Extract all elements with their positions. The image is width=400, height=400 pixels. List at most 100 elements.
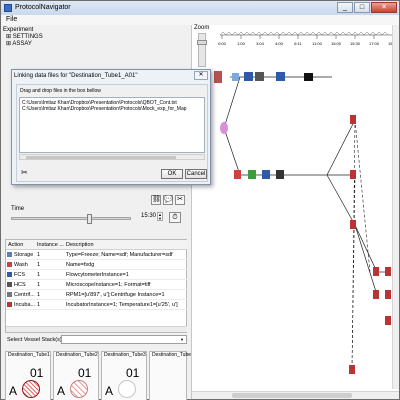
vessel-card[interactable]: Destination_Tube3 01 A bbox=[101, 351, 147, 400]
centrifuge-icon bbox=[7, 292, 12, 297]
time-spinner[interactable]: ▲ ▼ bbox=[157, 212, 163, 221]
file-path: C:\Users\Imtiaz Khan\Dropbox\Presentatio… bbox=[22, 106, 187, 112]
dialog-title: Linking data files for "Destination_Tube… bbox=[14, 73, 138, 79]
storage-icon bbox=[7, 252, 12, 257]
comment-icon[interactable]: 💬 bbox=[163, 195, 173, 205]
vessel-name: Destination_Tube3 bbox=[104, 352, 146, 358]
vessel-name: Destination_Tube1 bbox=[8, 352, 50, 358]
tube-icon bbox=[214, 71, 222, 83]
tube-icon bbox=[350, 115, 356, 124]
file-drop-box[interactable]: C:\Users\Imtiaz Khan\Dropbox\Presentatio… bbox=[19, 97, 205, 153]
vial-icon bbox=[220, 122, 228, 134]
actions-table: Action Instance ... Description Storage … bbox=[5, 239, 187, 333]
fcs-icon bbox=[7, 272, 12, 277]
vessel-row: A bbox=[105, 384, 114, 398]
window-controls: _ □ ✕ bbox=[337, 2, 397, 13]
tube-icon bbox=[385, 290, 391, 299]
file-box-scrollbar[interactable] bbox=[19, 154, 205, 160]
table-row[interactable]: Storage 1 Type=Freeze; Name=sdf; Manufac… bbox=[6, 250, 187, 260]
minimize-button[interactable]: _ bbox=[337, 2, 353, 13]
app-icon bbox=[4, 4, 12, 12]
dialog-hint: Drag and drop files in the box bellow bbox=[20, 88, 101, 94]
time-slider-thumb[interactable] bbox=[87, 214, 92, 224]
workflow-edges bbox=[223, 76, 387, 296]
tree-item-settings[interactable]: ⊞ SETTINGS bbox=[3, 34, 43, 41]
scissors-icon[interactable]: ✂ bbox=[175, 195, 185, 205]
timeline-tick-label: 15:30 bbox=[350, 41, 361, 46]
ok-button[interactable]: OK bbox=[161, 169, 183, 179]
timeline-ruler bbox=[219, 31, 389, 36]
column-header[interactable]: Instance ... bbox=[37, 242, 64, 248]
column-header[interactable]: Description bbox=[66, 242, 94, 248]
tube-icon bbox=[350, 170, 356, 179]
wash-icon bbox=[7, 262, 12, 267]
timeline-tick-label: 4:00 bbox=[275, 41, 284, 46]
time-label: Time bbox=[11, 206, 25, 212]
vessel-card[interactable]: Destination_Tube4 bbox=[149, 351, 194, 400]
timeline-tick-label: 6:11 bbox=[294, 41, 302, 46]
vessel-name: Destination_Tube4 bbox=[152, 352, 194, 358]
window-title: ProtocolNavigator bbox=[15, 4, 71, 11]
menu-bar: File bbox=[1, 15, 399, 25]
timeline-tick-label: 11:00 bbox=[312, 41, 322, 46]
vessel-card[interactable]: Destination_Tube2 01 A bbox=[53, 351, 99, 400]
cancel-button[interactable]: Cancel bbox=[185, 169, 207, 179]
tube-icon bbox=[385, 267, 391, 276]
hcs-icon bbox=[7, 282, 12, 287]
timeline-hscrollbar[interactable] bbox=[192, 391, 399, 399]
actions-hscrollbar[interactable] bbox=[6, 326, 187, 332]
microscope-icon bbox=[255, 72, 264, 81]
timeline-tick-label: 15:00 bbox=[331, 41, 342, 46]
timeline-vscrollbar[interactable] bbox=[392, 25, 399, 389]
table-row[interactable]: FCS 1 FlowcytometerInstance=1 bbox=[6, 270, 187, 280]
camera-icon bbox=[304, 73, 313, 81]
well-circle[interactable] bbox=[22, 380, 40, 398]
tube-icon bbox=[385, 316, 391, 325]
vessel-column: 01 bbox=[30, 366, 44, 380]
dialog-close-button[interactable]: ✕ bbox=[194, 71, 208, 80]
menu-file[interactable]: File bbox=[6, 16, 17, 23]
tree-root[interactable]: Experiment bbox=[3, 27, 43, 34]
table-row[interactable]: Incuba... 1 IncubatorInstance=1; Tempera… bbox=[6, 300, 187, 310]
timeline-tick-label: 1:00 bbox=[237, 41, 246, 46]
well-circle[interactable] bbox=[118, 380, 136, 398]
title-bar: ProtocolNavigator _ □ ✕ bbox=[1, 1, 399, 15]
wash-icon bbox=[234, 170, 241, 179]
zoom-slider-thumb[interactable] bbox=[197, 40, 207, 45]
dialog-body: Drag and drop files in the box bellow C:… bbox=[16, 84, 208, 182]
tube-icon bbox=[349, 365, 355, 374]
flask-icon bbox=[232, 73, 239, 81]
time-value: 15:30 bbox=[141, 213, 157, 219]
vessel-strip: Destination_Tube1 01 A Destination_Tube2… bbox=[5, 351, 194, 400]
timeline-hscroll-thumb[interactable] bbox=[232, 393, 352, 398]
experiment-tree: Experiment ⊞ SETTINGS ⊞ ASSAY bbox=[3, 27, 43, 48]
maximize-button[interactable]: □ bbox=[354, 2, 370, 13]
vessel-card[interactable]: Destination_Tube1 01 A bbox=[5, 351, 51, 400]
time-slider[interactable] bbox=[11, 214, 131, 224]
well-circle[interactable] bbox=[70, 380, 88, 398]
link-icon[interactable]: ⛓ bbox=[151, 195, 161, 205]
table-row[interactable]: Centrif... 1 RPM1=[u'897', u'];Centrifug… bbox=[6, 290, 187, 300]
zoom-slider[interactable] bbox=[197, 33, 207, 67]
column-header[interactable]: Action bbox=[8, 242, 23, 248]
workflow-nodes bbox=[214, 71, 391, 374]
tube-icon bbox=[373, 267, 379, 276]
zoom-label: Zoom bbox=[194, 25, 210, 31]
app-window: ProtocolNavigator _ □ ✕ File Experiment … bbox=[0, 0, 400, 400]
vessel-column: 01 bbox=[78, 366, 92, 380]
scissors-icon[interactable]: ✂ bbox=[21, 169, 29, 177]
transfer-icon bbox=[276, 170, 284, 179]
fcs-icon bbox=[244, 72, 253, 81]
vessel-stack-select[interactable]: ▼ bbox=[61, 335, 187, 344]
chevron-down-icon[interactable]: ▼ bbox=[179, 337, 185, 342]
table-row[interactable]: HCS 1 MicroscopeInstance=1; Format=tiff bbox=[6, 280, 187, 290]
clock-icon[interactable]: ⏱ bbox=[169, 212, 181, 223]
seed-icon bbox=[248, 170, 256, 179]
table-row[interactable]: Wash 1 Name=fsdg bbox=[6, 260, 187, 270]
timeline-canvas[interactable]: 0:00 1:00 3:04 4:00 6:11 11:00 15:00 15:30 17:00… bbox=[192, 25, 399, 399]
fcs-icon bbox=[262, 170, 270, 179]
tube-icon bbox=[350, 220, 356, 229]
table-header: Action Instance ... Description bbox=[6, 240, 187, 250]
close-button[interactable]: ✕ bbox=[371, 2, 397, 13]
tree-item-assay[interactable]: ⊞ ASSAY bbox=[3, 41, 43, 48]
